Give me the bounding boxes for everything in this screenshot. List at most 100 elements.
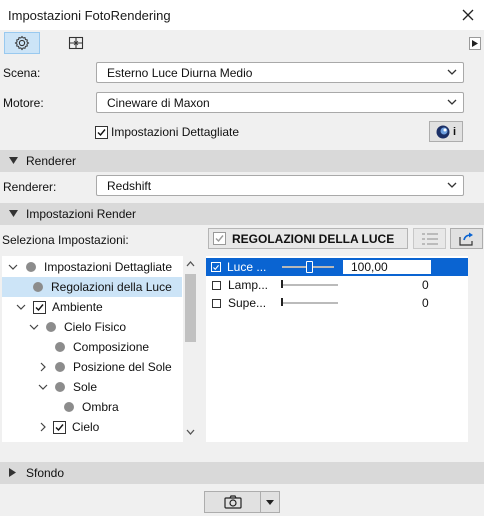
param-name: Supe... (228, 296, 267, 310)
dettagliate-checkbox[interactable]: Impostazioni Dettagliate (95, 125, 239, 139)
list-icon (421, 232, 438, 245)
render-split-button[interactable] (204, 491, 280, 513)
chevron-down-icon (447, 99, 457, 105)
bullet-icon (55, 362, 65, 372)
tree-item-label: Ambiente (52, 300, 103, 314)
chevron-down-icon (16, 304, 26, 310)
triangle-right-icon (9, 468, 16, 477)
param-slider-thumb[interactable] (281, 280, 283, 288)
chevron-right-icon (40, 362, 46, 372)
expand-panel-button[interactable] (469, 37, 481, 50)
chevron-down-icon (29, 324, 39, 330)
scena-label: Scena: (3, 66, 41, 80)
triangle-down-icon (266, 499, 274, 505)
tree-item-ambiente[interactable]: Ambiente (2, 297, 182, 317)
checkbox-checked-icon[interactable] (211, 262, 221, 272)
param-value[interactable]: 0 (422, 278, 429, 292)
tree-item-label: Composizione (73, 340, 150, 354)
param-row-lamp[interactable]: Lamp... 0 (206, 276, 468, 294)
settings-header-title: REGOLAZIONI DELLA LUCE (232, 231, 395, 246)
cinema4d-info-button[interactable]: i (429, 121, 463, 142)
settings-header-field: REGOLAZIONI DELLA LUCE (208, 228, 408, 249)
sfondo-section-header[interactable]: Sfondo (0, 462, 484, 484)
motore-label: Motore: (3, 96, 44, 110)
tree-item-posizione-del-sole[interactable]: Posizione del Sole (2, 357, 182, 377)
tree-item-ombra[interactable]: Ombra (2, 397, 182, 417)
bullet-icon (55, 382, 65, 392)
param-slider-thumb[interactable] (281, 298, 283, 306)
tree-item-cielo[interactable]: Cielo (2, 417, 182, 437)
param-row-supe[interactable]: Supe... 0 (206, 294, 468, 312)
render-button[interactable] (205, 492, 261, 512)
chevron-right-icon (40, 422, 46, 432)
checkbox-icon[interactable] (212, 298, 221, 308)
scena-select[interactable]: Esterno Luce Diurna Medio (96, 62, 464, 83)
renderer-label: Renderer: (3, 180, 57, 194)
bullet-icon (46, 322, 56, 332)
close-icon (462, 9, 474, 21)
scroll-up-icon[interactable] (186, 260, 195, 267)
checkbox-checked-icon (95, 125, 108, 139)
checkbox-checked-icon[interactable] (33, 300, 46, 314)
motore-select[interactable]: Cineware di Maxon (96, 92, 464, 113)
layout-icon (68, 36, 84, 50)
renderer-select[interactable]: Redshift (96, 175, 464, 196)
tree-item-label: Posizione del Sole (73, 360, 172, 374)
tab-layout[interactable] (58, 32, 94, 54)
triangle-down-icon (9, 210, 18, 217)
render-options-dropdown[interactable] (261, 492, 279, 512)
bullet-icon (33, 282, 43, 292)
seleziona-label: Seleziona Impostazioni: (2, 233, 129, 247)
triangle-down-icon (9, 157, 18, 164)
cinema4d-icon (436, 125, 450, 138)
checkbox-checked-icon[interactable] (53, 420, 66, 434)
camera-icon (223, 495, 242, 509)
settings-tree[interactable]: Impostazioni Dettagliate Regolazioni del… (2, 256, 198, 442)
renderer-value: Redshift (107, 178, 152, 193)
renderer-section-title: Renderer (26, 154, 77, 168)
checkbox-icon[interactable] (212, 280, 221, 290)
info-label: i (452, 125, 457, 138)
param-name: Lamp... (228, 278, 269, 292)
chevron-down-icon (8, 264, 18, 270)
param-slider-track[interactable] (282, 302, 338, 304)
tree-item-label: Ombra (82, 400, 119, 414)
scroll-down-icon[interactable] (186, 429, 195, 436)
tree-item-sole[interactable]: Sole (2, 377, 182, 397)
sfondo-section-title: Sfondo (26, 466, 65, 480)
chevron-down-icon (38, 384, 48, 390)
chevron-down-icon (447, 69, 457, 75)
tree-item-label: Sole (73, 380, 98, 394)
motore-value: Cineware di Maxon (107, 95, 210, 110)
param-value-input[interactable]: 100,00 (343, 260, 431, 274)
tree-scroll-thumb[interactable] (185, 274, 196, 342)
tree-item-label: Cielo (72, 420, 100, 434)
tab-settings[interactable] (4, 32, 40, 54)
parameters-list[interactable]: Luce ... 100,00 Lamp... 0 Supe... 0 (206, 256, 468, 442)
export-settings-button[interactable] (450, 228, 483, 249)
render-settings-section-title: Impostazioni Render (26, 207, 137, 221)
param-slider-thumb[interactable] (306, 261, 313, 273)
tree-item-cielo-fisico[interactable]: Cielo Fisico (2, 317, 182, 337)
tree-item-label: Impostazioni Dettagliate (44, 260, 173, 274)
bullet-icon (64, 402, 74, 412)
gear-icon (14, 35, 30, 51)
tree-item-composizione[interactable]: Composizione (2, 337, 182, 357)
play-icon (472, 40, 478, 47)
tree-item-label: Regolazioni della Luce (51, 280, 172, 294)
tree-item-regolazioni-della-luce[interactable]: Regolazioni della Luce (2, 277, 182, 297)
window-title: Impostazioni FotoRendering (8, 8, 171, 23)
tree-item-impostazioni-dettagliate[interactable]: Impostazioni Dettagliate (2, 257, 182, 277)
render-settings-section-header[interactable]: Impostazioni Render (0, 203, 484, 225)
list-view-button[interactable] (413, 228, 446, 249)
param-slider-track[interactable] (282, 284, 338, 286)
param-name: Luce ... (227, 260, 267, 274)
checkbox-checked-icon (213, 232, 226, 245)
param-value[interactable]: 0 (422, 296, 429, 310)
chevron-down-icon (447, 182, 457, 188)
bullet-icon (26, 262, 36, 272)
param-row-luce[interactable]: Luce ... 100,00 (206, 258, 468, 276)
dettagliate-label: Impostazioni Dettagliate (111, 125, 240, 139)
close-button[interactable] (455, 3, 481, 27)
renderer-section-header[interactable]: Renderer (0, 150, 484, 172)
